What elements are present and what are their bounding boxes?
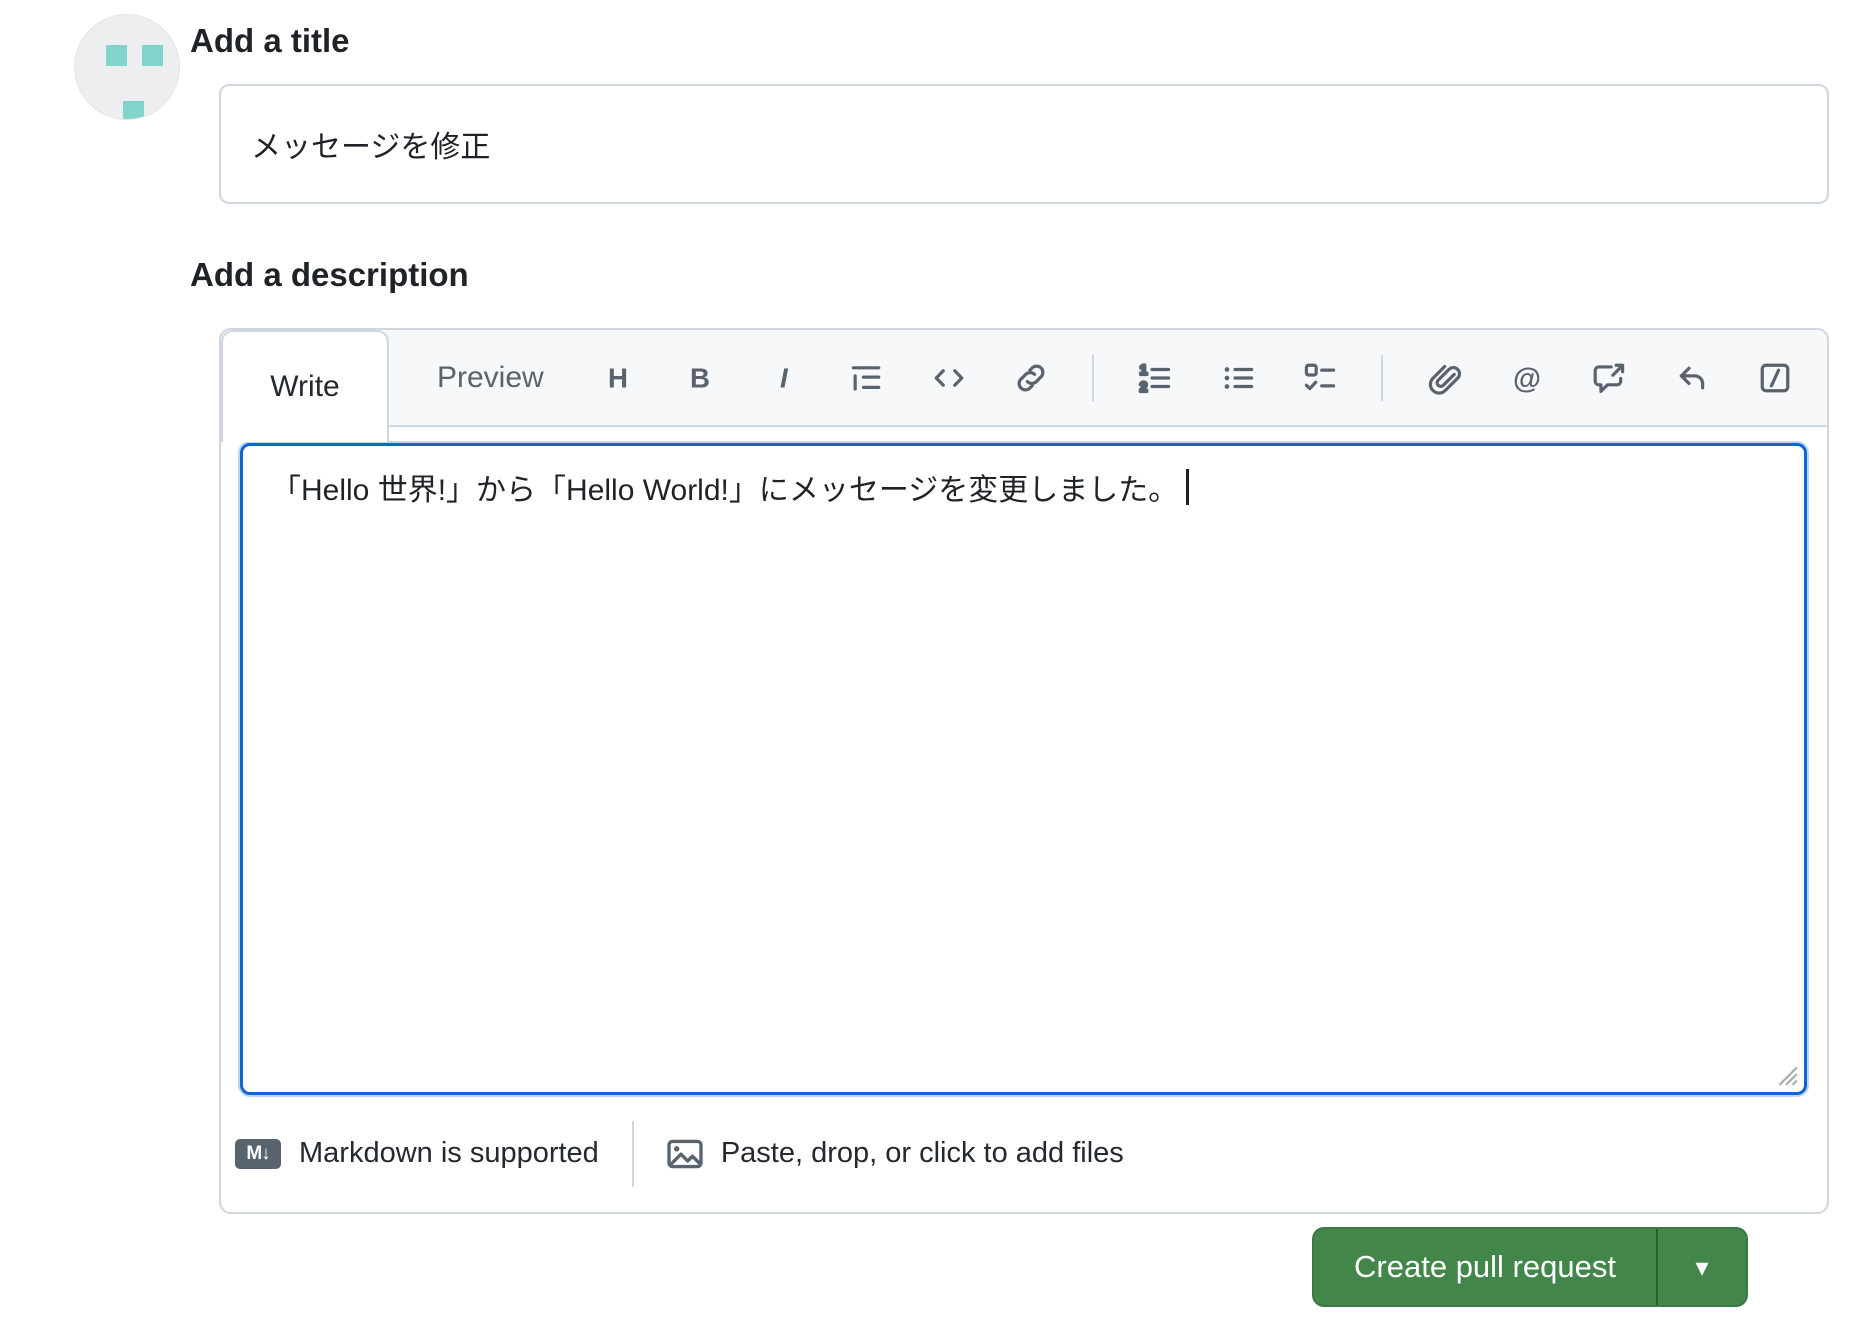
markdown-supported-link[interactable]: Markdown is supported (299, 1137, 599, 1170)
identicon-square (123, 101, 144, 119)
create-pull-request-dropdown[interactable]: ▾ (1656, 1229, 1746, 1305)
slash-commands-icon (1760, 363, 1790, 392)
bold-button[interactable]: B (678, 356, 722, 400)
quote-icon (851, 365, 881, 391)
ordered-list-icon: 1 2 (1138, 361, 1171, 395)
quote-button[interactable] (844, 356, 888, 400)
description-heading: Add a description (190, 256, 469, 293)
paperclip-icon (1428, 364, 1461, 395)
svg-text:@: @ (1513, 362, 1541, 394)
svg-text:2: 2 (1140, 379, 1148, 394)
markdown-editor: Write Preview H B I 1 2 @ 「Hello 世界!」から「… (219, 328, 1829, 1214)
identicon-square (142, 45, 163, 66)
markdown-icon: M↓ (235, 1138, 281, 1169)
tab-preview[interactable]: Preview (437, 361, 544, 395)
link-button[interactable] (1009, 356, 1053, 400)
link-icon (1017, 364, 1045, 391)
tab-write-label: Write (270, 370, 340, 403)
reply-icon (1679, 366, 1705, 389)
unordered-list-button[interactable] (1216, 356, 1260, 400)
description-text: 「Hello 世界!」から「Hello World!」にメッセージを変更しました… (271, 474, 1179, 507)
editor-footer: M↓ Markdown is supported Paste, drop, or… (235, 1095, 1807, 1212)
code-button[interactable] (927, 356, 971, 400)
user-avatar (74, 14, 180, 120)
create-pull-request-split-button: Create pull request ▾ (1312, 1227, 1748, 1307)
footer-divider (631, 1120, 634, 1187)
svg-text:H: H (608, 362, 628, 393)
svg-text:B: B (690, 362, 710, 393)
formatting-toolbar: H B I 1 2 @ (596, 354, 1797, 401)
mention-icon: @ (1513, 362, 1541, 394)
create-pull-request-button[interactable]: Create pull request (1314, 1229, 1656, 1305)
toolbar-divider (1381, 354, 1384, 401)
attach-file-button[interactable] (1422, 356, 1466, 400)
attach-files-label: Paste, drop, or click to add files (720, 1137, 1124, 1169)
heading-button[interactable]: H (596, 356, 640, 400)
identicon-square (106, 45, 127, 66)
tab-write[interactable]: Write (221, 330, 389, 442)
chevron-down-icon: ▾ (1695, 1251, 1709, 1282)
attach-files-button[interactable]: Paste, drop, or click to add files (667, 1137, 1124, 1170)
text-cursor (1186, 469, 1190, 505)
cross-reference-icon (1594, 363, 1625, 393)
image-icon (667, 1139, 703, 1168)
description-textarea[interactable]: 「Hello 世界!」から「Hello World!」にメッセージを変更しました… (240, 443, 1807, 1095)
italic-button[interactable]: I (761, 356, 805, 400)
title-input[interactable] (219, 84, 1829, 204)
resize-grip-icon[interactable] (1773, 1061, 1799, 1087)
tab-preview-label: Preview (437, 360, 544, 394)
cross-reference-button[interactable] (1587, 356, 1631, 400)
title-heading: Add a title (190, 22, 350, 59)
mention-button[interactable]: @ (1505, 356, 1549, 400)
task-list-button[interactable] (1298, 356, 1342, 400)
heading-icon: H (608, 362, 628, 393)
italic-icon: I (780, 362, 789, 393)
task-list-icon (1305, 363, 1336, 390)
svg-text:1: 1 (1140, 362, 1148, 377)
slash-commands-button[interactable] (1753, 356, 1797, 400)
toolbar-divider (1092, 354, 1095, 401)
editor-header: Write Preview H B I 1 2 @ (219, 328, 1829, 442)
svg-text:I: I (780, 362, 789, 393)
ordered-list-button[interactable]: 1 2 (1133, 356, 1177, 400)
code-icon (934, 368, 964, 387)
reply-button[interactable] (1670, 356, 1714, 400)
unordered-list-icon (1224, 366, 1253, 389)
bold-icon: B (690, 362, 710, 393)
